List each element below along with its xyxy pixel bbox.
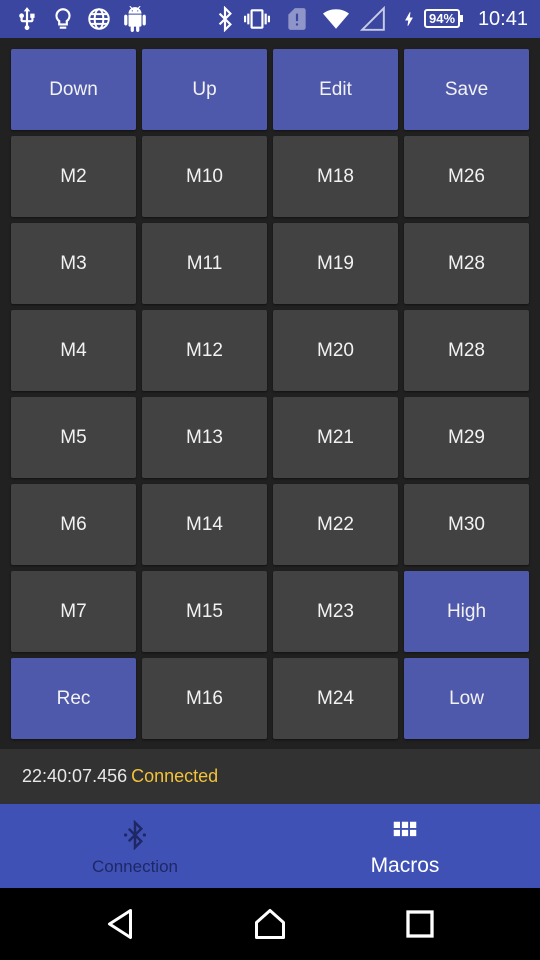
down-button[interactable]: Down — [11, 49, 136, 130]
macro-button[interactable]: M29 — [404, 397, 529, 478]
charging-icon — [400, 6, 418, 32]
back-icon[interactable] — [102, 906, 138, 942]
macro-button[interactable]: M19 — [273, 223, 398, 304]
macro-button[interactable]: M22 — [273, 484, 398, 565]
connection-status: Connected — [131, 766, 219, 786]
macro-grid: Down Up Edit Save M2 M10 M18 M26 M3 M11 … — [11, 49, 529, 739]
macro-button[interactable]: M6 — [11, 484, 136, 565]
sim-alert-icon — [284, 6, 310, 32]
tab-connection-label: Connection — [91, 857, 178, 876]
bluetooth-icon — [212, 6, 238, 32]
macro-button[interactable]: M7 — [11, 571, 136, 652]
grid-icon — [390, 818, 420, 848]
macro-button[interactable]: M12 — [142, 310, 267, 391]
signal-icon — [360, 6, 386, 32]
save-button[interactable]: Save — [404, 49, 529, 130]
rec-button[interactable]: Rec — [11, 658, 136, 739]
high-button[interactable]: High — [404, 571, 529, 652]
macro-button[interactable]: M15 — [142, 571, 267, 652]
low-button[interactable]: Low — [404, 658, 529, 739]
recents-icon[interactable] — [402, 906, 438, 942]
log-timestamp: 22:40:07.456 — [22, 766, 128, 786]
edit-button[interactable]: Edit — [273, 49, 398, 130]
macro-button[interactable]: M13 — [142, 397, 267, 478]
macro-button[interactable]: M26 — [404, 136, 529, 217]
wifi-icon — [323, 6, 349, 32]
macro-button[interactable]: M14 — [142, 484, 267, 565]
usb-icon — [14, 6, 40, 32]
tab-connection[interactable]: Connection — [0, 804, 270, 888]
up-button[interactable]: Up — [142, 49, 267, 130]
vibrate-icon — [244, 6, 270, 32]
macro-button[interactable]: M3 — [11, 223, 136, 304]
macro-button[interactable]: M28 — [404, 310, 529, 391]
battery-indicator: 94% — [424, 9, 463, 28]
macro-button[interactable]: M23 — [273, 571, 398, 652]
macro-button[interactable]: M30 — [404, 484, 529, 565]
macro-button[interactable]: M5 — [11, 397, 136, 478]
home-icon[interactable] — [252, 906, 288, 942]
bluetooth-icon — [120, 820, 150, 850]
macro-button[interactable]: M11 — [142, 223, 267, 304]
log-line: 22:40:07.456 Connected — [0, 749, 540, 804]
tab-macros-label: Macros — [370, 854, 440, 877]
macro-button[interactable]: M10 — [142, 136, 267, 217]
macro-button[interactable]: M21 — [273, 397, 398, 478]
macro-button[interactable]: M20 — [273, 310, 398, 391]
clock: 10:41 — [477, 8, 528, 30]
macro-button[interactable]: M24 — [273, 658, 398, 739]
macro-button[interactable]: M4 — [11, 310, 136, 391]
lightbulb-icon — [50, 6, 76, 32]
android-icon — [122, 6, 148, 32]
tab-macros[interactable]: Macros — [270, 804, 540, 888]
macro-button[interactable]: M28 — [404, 223, 529, 304]
status-bar: 94% 10:41 — [0, 0, 540, 38]
macro-button[interactable]: M2 — [11, 136, 136, 217]
globe-icon — [86, 6, 112, 32]
system-navigation-bar — [0, 888, 540, 960]
macro-button[interactable]: M16 — [142, 658, 267, 739]
bottom-navigation: Connection Macros — [0, 804, 540, 888]
macro-button[interactable]: M18 — [273, 136, 398, 217]
